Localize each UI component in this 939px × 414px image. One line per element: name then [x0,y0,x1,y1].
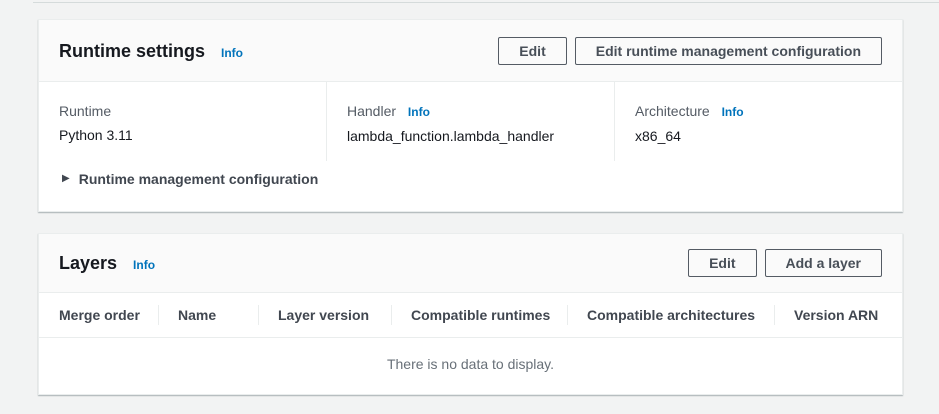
add-a-layer-button[interactable]: Add a layer [765,249,882,277]
layers-title-wrap: Layers Info [59,252,155,274]
edit-layers-button[interactable]: Edit [688,249,756,277]
layers-table-header-row: Merge order Name Layer version Compatibl… [39,293,902,338]
layers-actions: Edit Add a layer [688,249,882,277]
empty-state-text: There is no data to display. [39,338,902,395]
column-header-compatible-architectures: Compatible architectures [567,293,774,338]
handler-field-value: lambda_function.lambda_handler [347,126,594,146]
layers-table-empty-row: There is no data to display. [39,338,902,395]
runtime-settings-info-link[interactable]: Info [221,46,243,60]
column-header-layer-version: Layer version [258,293,391,338]
top-divider [33,2,939,3]
column-header-version-arn: Version ARN [774,293,902,338]
runtime-field-value: Python 3.11 [59,125,306,145]
runtime-settings-fields: Runtime Python 3.11 Handler Info lambda_… [39,82,902,161]
runtime-settings-card-header: Runtime settings Info Edit Edit runtime … [39,20,902,82]
runtime-management-configuration-expander[interactable]: ▶ Runtime management configuration [39,161,338,211]
column-header-name: Name [158,293,258,338]
architecture-field-label: Architecture [635,103,710,119]
handler-field-label: Handler [347,103,396,119]
layers-title: Layers [59,252,117,274]
column-header-merge-order: Merge order [39,293,158,338]
architecture-field-value: x86_64 [635,126,882,146]
runtime-settings-title-wrap: Runtime settings Info [59,40,243,62]
runtime-settings-actions: Edit Edit runtime management configurati… [498,37,882,65]
architecture-field: Architecture Info x86_64 [614,82,902,161]
layers-card: Layers Info Edit Add a layer Merge order… [38,233,903,395]
layers-table: Merge order Name Layer version Compatibl… [39,293,902,394]
layers-card-header: Layers Info Edit Add a layer [39,234,902,293]
layers-info-link[interactable]: Info [133,258,155,272]
caret-right-icon: ▶ [62,174,70,184]
edit-runtime-settings-button[interactable]: Edit [498,37,566,65]
handler-field: Handler Info lambda_function.lambda_hand… [326,82,614,161]
edit-runtime-management-configuration-button[interactable]: Edit runtime management configuration [575,37,882,65]
runtime-settings-card: Runtime settings Info Edit Edit runtime … [38,19,903,212]
runtime-field: Runtime Python 3.11 [39,82,326,161]
runtime-settings-title: Runtime settings [59,40,205,62]
handler-info-link[interactable]: Info [408,105,430,119]
architecture-info-link[interactable]: Info [722,105,744,119]
column-header-compatible-runtimes: Compatible runtimes [391,293,567,338]
runtime-field-label: Runtime [59,103,111,119]
runtime-management-configuration-expander-label: Runtime management configuration [79,169,319,189]
